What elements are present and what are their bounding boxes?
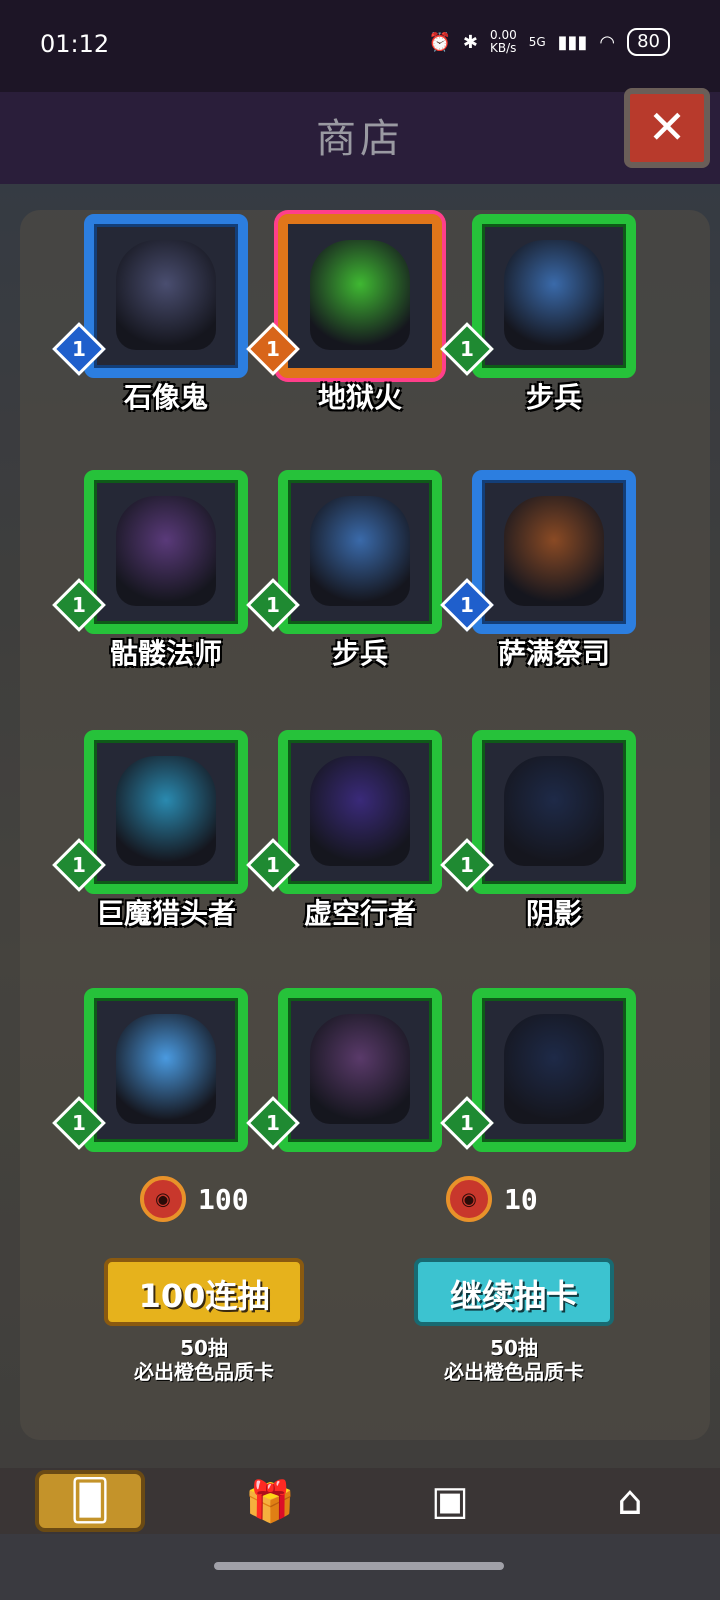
- left-note-line2: 必出橙色品质卡: [134, 1360, 274, 1384]
- right-draw-note: 50抽 必出橙色品质卡: [404, 1336, 624, 1384]
- wifi-icon: ◠: [599, 31, 616, 53]
- nav-shop[interactable]: ⌂: [575, 1470, 685, 1532]
- status-bar: 01:12 ⏰ ✱ 0.00 KB/s 5G ▮▮▮ ◠ 80: [0, 0, 720, 92]
- gesture-bar: [0, 1534, 720, 1600]
- unit-name: 步兵: [525, 381, 582, 414]
- right-note-line1: 50抽: [490, 1336, 538, 1360]
- unit-card[interactable]: [472, 214, 636, 378]
- unit-name: 萨满祭司: [497, 637, 610, 670]
- title-bar: 商店: [0, 92, 720, 184]
- level-value: 1: [460, 853, 474, 877]
- unit-card[interactable]: [278, 214, 442, 378]
- bottom-nav: 🂠 🎁 ▣ ⌂: [0, 1468, 720, 1534]
- left-cost-value: 100: [198, 1182, 249, 1216]
- right-note-line2: 必出橙色品质卡: [444, 1360, 584, 1384]
- unit-name: 阴影: [525, 897, 582, 930]
- level-value: 1: [460, 1111, 474, 1135]
- signal-icon: ▮▮▮: [557, 31, 588, 53]
- level-value: 1: [72, 1111, 86, 1135]
- demon-coin-icon: ◉: [446, 1176, 492, 1222]
- continue-draw-button[interactable]: 继续抽卡: [414, 1258, 614, 1326]
- unit-card[interactable]: [278, 988, 442, 1152]
- level-value: 1: [266, 853, 280, 877]
- right-cost-value: 10: [504, 1182, 538, 1216]
- close-icon: ✕: [647, 100, 687, 154]
- unit-name: 石像鬼: [123, 381, 208, 414]
- gift-icon: 🎁: [245, 1478, 295, 1525]
- level-value: 1: [266, 593, 280, 617]
- unit-card[interactable]: [472, 988, 636, 1152]
- nav-gift[interactable]: 🎁: [215, 1470, 325, 1532]
- level-value: 1: [460, 337, 474, 361]
- unit-portrait: [116, 1014, 216, 1124]
- nav-cards[interactable]: 🂠: [35, 1470, 145, 1532]
- draw-100-button[interactable]: 100连抽: [104, 1258, 304, 1326]
- unit-name: 虚空行者: [303, 897, 416, 930]
- unit-portrait: [116, 756, 216, 866]
- network-speed: 0.00 KB/s: [490, 28, 517, 55]
- card-icon: 🂠: [69, 1478, 111, 1524]
- unit-portrait: [504, 756, 604, 866]
- level-value: 1: [72, 593, 86, 617]
- nav-chest[interactable]: ▣: [395, 1470, 505, 1532]
- shop-icon: ⌂: [617, 1478, 643, 1524]
- unit-portrait: [310, 756, 410, 866]
- unit-card[interactable]: [84, 470, 248, 634]
- left-draw-note: 50抽 必出橙色品质卡: [94, 1336, 314, 1384]
- unit-card[interactable]: [84, 214, 248, 378]
- unit-card[interactable]: [278, 730, 442, 894]
- unit-portrait: [504, 1014, 604, 1124]
- level-value: 1: [72, 853, 86, 877]
- level-value: 1: [460, 593, 474, 617]
- unit-portrait: [310, 496, 410, 606]
- unit-portrait: [504, 240, 604, 350]
- level-value: 1: [266, 337, 280, 361]
- unit-card[interactable]: [472, 730, 636, 894]
- unit-card[interactable]: [278, 470, 442, 634]
- unit-card[interactable]: [472, 470, 636, 634]
- unit-portrait: [116, 496, 216, 606]
- signal-label: 5G: [528, 35, 546, 49]
- left-note-line1: 50抽: [180, 1336, 228, 1360]
- unit-card[interactable]: [84, 988, 248, 1152]
- chest-icon: ▣: [431, 1478, 469, 1524]
- unit-name: 巨魔猎头者: [95, 897, 236, 930]
- bluetooth-icon: ✱: [462, 31, 478, 53]
- status-icons: ⏰ ✱ 0.00 KB/s 5G ▮▮▮ ◠ 80: [428, 28, 670, 56]
- page-title: 商店: [316, 116, 404, 162]
- level-value: 1: [72, 337, 86, 361]
- level-value: 1: [266, 1111, 280, 1135]
- unit-portrait: [310, 1014, 410, 1124]
- close-button[interactable]: ✕: [624, 88, 710, 168]
- unit-portrait: [116, 240, 216, 350]
- alarm-icon: ⏰: [428, 31, 451, 53]
- right-cost: ◉ 10: [446, 1176, 538, 1222]
- unit-portrait: [310, 240, 410, 350]
- unit-name: 地狱火: [317, 381, 402, 414]
- home-indicator[interactable]: [214, 1562, 504, 1570]
- battery-indicator: 80: [627, 28, 670, 56]
- unit-name: 骷髅法师: [109, 637, 222, 670]
- demon-coin-icon: ◉: [140, 1176, 186, 1222]
- status-time: 01:12: [40, 30, 110, 58]
- unit-name: 步兵: [331, 637, 388, 670]
- unit-portrait: [504, 496, 604, 606]
- unit-card[interactable]: [84, 730, 248, 894]
- left-cost: ◉ 100: [140, 1176, 249, 1222]
